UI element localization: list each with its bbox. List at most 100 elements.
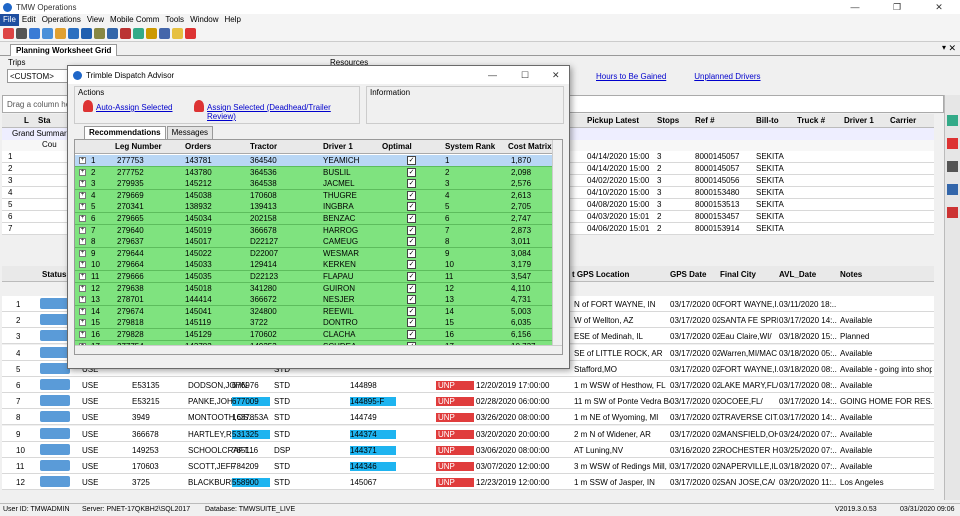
expand-icon[interactable]: + [79,284,86,292]
truck-status-icon[interactable] [40,362,70,374]
expand-icon[interactable]: + [79,238,86,246]
truck-status-icon[interactable] [40,346,70,358]
expand-icon[interactable]: + [79,273,86,280]
optimal-checkbox[interactable]: ✓ [407,225,416,235]
tab-recommendations[interactable]: Recommendations [84,126,166,139]
truck-icon[interactable] [107,28,118,39]
header-avl-date[interactable]: AVL_Date [779,270,816,279]
expand-icon[interactable]: + [79,226,86,234]
header-system-rank[interactable]: System Rank [445,142,495,151]
menu-file[interactable]: File [0,14,19,26]
table-row[interactable]: 8 USE 3949 MONTOOTH,OS... 1637853A STD 144749 U… [2,409,934,426]
optimal-checkbox[interactable]: ✓ [407,295,416,305]
optimal-checkbox[interactable]: ✓ [407,330,416,339]
header-orders[interactable]: Orders [185,142,211,151]
refresh-icon[interactable] [29,28,40,39]
auto-assign-link[interactable]: Auto-Assign Selected [96,103,173,112]
optimal-checkbox[interactable]: ✓ [407,237,416,247]
expand-icon[interactable]: + [79,180,86,188]
table-row[interactable]: 12 USE 3725 BLACKBURN,T... 558900 STD 145067 UN… [2,474,934,491]
table-row[interactable]: +2 277752 143780 364536 BUSLIL ✓ 2 2,098 [75,166,553,179]
table-row[interactable]: +3 279935 145212 364538 JACMEL ✓ 3 2,576 [75,178,553,191]
truck-status-icon[interactable] [40,476,70,488]
table-row[interactable]: +12 279638 145018 341280 GUIRON ✓ 12 4,110 [75,282,553,295]
truck-status-icon[interactable] [40,314,70,326]
alert-icon[interactable] [947,138,958,149]
table-row[interactable]: +10 279664 145033 129414 KERKEN ✓ 10 3,179 [75,259,553,272]
trips-view-select[interactable]: <CUSTOM> [7,69,69,83]
truck-status-icon[interactable] [40,411,70,423]
truck-icon[interactable] [947,161,958,172]
maximize-button[interactable]: ❐ [876,0,918,14]
table-row[interactable]: +11 279666 145035 D22123 FLAPAU ✓ 11 3,547 [75,271,553,283]
expand-icon[interactable]: + [79,331,86,338]
header-leg-number[interactable]: Leg Number [115,142,162,151]
stop-icon[interactable] [120,28,131,39]
map-icon[interactable] [947,115,958,126]
tab-planning-worksheet-grid[interactable]: Planning Worksheet Grid [10,44,118,56]
cancel-icon[interactable] [185,28,196,39]
table-row[interactable]: +4 279669 145038 170608 THUGRE ✓ 4 2,613 [75,189,553,202]
folder-icon[interactable] [55,28,66,39]
save-icon[interactable] [81,28,92,39]
expand-icon[interactable]: + [79,296,86,304]
expand-icon[interactable]: + [79,168,86,176]
header-stops[interactable]: Stops [657,116,679,125]
expand-icon[interactable]: + [79,319,86,327]
optimal-checkbox[interactable]: ✓ [407,202,416,212]
header-status-lower[interactable]: Statusl [42,270,69,279]
header-gps-location[interactable]: t GPS Location [572,270,629,279]
header-truck[interactable]: Truck # [797,116,825,125]
planner-icon[interactable] [16,28,27,39]
calendar-icon[interactable] [159,28,170,39]
menu-view[interactable]: View [84,14,107,26]
optimal-checkbox[interactable]: ✓ [407,283,416,293]
table-row[interactable]: +14 279674 145041 324800 REEWIL ✓ 14 5,003 [75,305,553,318]
optimal-checkbox[interactable]: ✓ [407,272,416,281]
globe-icon[interactable] [42,28,53,39]
header-final-city[interactable]: Final City [720,270,756,279]
tab-messages[interactable]: Messages [166,126,214,139]
grid-vertical-scrollbar[interactable] [552,140,562,354]
menu-window[interactable]: Window [187,14,221,26]
optimal-checkbox[interactable]: ✓ [407,318,416,328]
optimal-checkbox[interactable]: ✓ [407,260,416,270]
stop-sign-icon[interactable] [947,207,958,218]
table-row[interactable]: 10 USE 149253 SCHOOLCRAFT... 785116 DSP 144371… [2,441,934,458]
optimal-checkbox[interactable]: ✓ [407,179,416,189]
expand-icon[interactable]: + [79,203,86,211]
optimal-checkbox[interactable]: ✓ [407,190,416,200]
print-icon[interactable] [146,28,157,39]
table-row[interactable]: +16 279828 145129 170602 CLACHA ✓ 16 6,156 [75,329,553,341]
tools-icon[interactable] [94,28,105,39]
optimal-checkbox[interactable]: ✓ [407,248,416,258]
table-row[interactable]: +9 279644 145022 D22007 WESMAR ✓ 9 3,084 [75,247,553,260]
truck-status-icon[interactable] [40,379,70,390]
dialog-maximize-button[interactable]: ☐ [521,66,529,84]
table-row[interactable]: +1 277753 143781 364540 YEAMICH ✓ 1 1,870 [75,155,553,167]
optimal-checkbox[interactable]: ✓ [407,306,416,316]
truck-status-icon[interactable] [40,427,70,439]
header-l[interactable]: L [24,116,29,125]
optimal-checkbox[interactable]: ✓ [407,167,416,177]
header-notes[interactable]: Notes [840,270,862,279]
menu-edit[interactable]: Edit [19,14,39,26]
expand-icon[interactable]: + [79,261,86,269]
menu-help[interactable]: Help [222,14,244,26]
unplanned-drivers-link[interactable]: Unplanned Drivers [694,72,760,81]
truck-status-icon[interactable] [40,460,70,471]
header-status[interactable]: Sta [38,116,50,125]
hours-to-be-gained-link[interactable]: Hours to Be Gained [596,72,666,81]
grid-icon[interactable] [947,184,958,195]
expand-icon[interactable]: + [79,249,86,257]
table-row[interactable]: 6 USE E53135 DODSON,JOHN 676976 STD 144898 UNP 1… [2,377,934,393]
header-driver-1[interactable]: Driver 1 [844,116,874,125]
truck-status-icon[interactable] [40,395,70,407]
close-button[interactable]: ✕ [918,0,960,14]
menu-tools[interactable]: Tools [162,14,187,26]
table-row[interactable]: +13 278701 144414 366672 NESJER ✓ 13 4,731 [75,294,553,307]
chart-icon[interactable] [133,28,144,39]
expand-icon[interactable]: + [79,215,86,222]
table-row[interactable]: +15 279818 145119 3722 DONTRO ✓ 15 6,035 [75,317,553,330]
header-pickup-latest[interactable]: Pickup Latest [587,116,639,125]
